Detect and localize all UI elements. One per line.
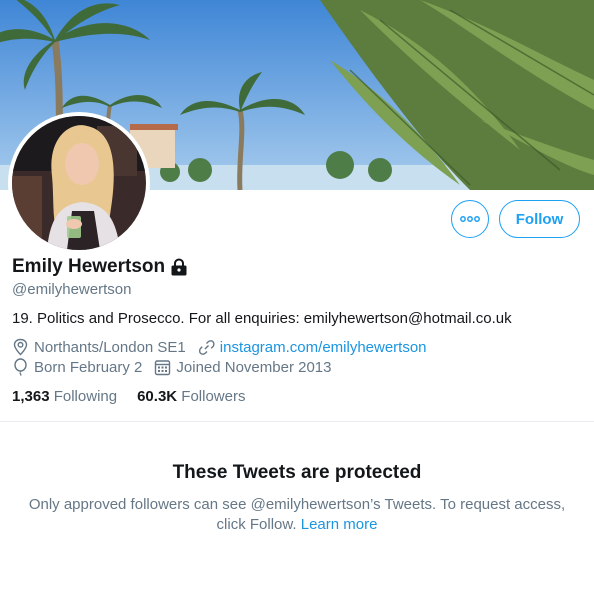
joined-item: Joined November 2013 (154, 358, 332, 376)
protected-title: These Tweets are protected (172, 462, 422, 483)
birthday-item: Born February 2 (12, 358, 142, 376)
profile-avatar[interactable] (8, 112, 150, 254)
birthday-text: Born February 2 (34, 358, 143, 376)
balloon-icon (12, 358, 34, 376)
following-stat[interactable]: 1,363 Following (12, 388, 117, 405)
avatar-photo (12, 116, 146, 250)
followers-stat[interactable]: 60.3K Followers (137, 388, 245, 405)
protected-message: Only approved followers can see @emilyhe… (28, 496, 566, 533)
protected-message-block: Only approved followers can see @emilyhe… (16, 495, 578, 535)
following-count: 1,363 (12, 388, 50, 405)
location-item: Northants/London SE1 (12, 338, 186, 356)
location-text: Northants/London SE1 (34, 338, 186, 356)
followers-label: Followers (181, 388, 246, 405)
lock-icon (169, 257, 189, 277)
website-item[interactable]: instagram.com/emilyhewertson (198, 339, 427, 356)
followers-count: 60.3K (137, 388, 178, 405)
section-divider (0, 421, 594, 422)
profile-meta-row-2: Born February 2 Joined November 2013 (12, 358, 344, 376)
name-row: Emily Hewertson (12, 256, 189, 278)
profile-bio: 19. Politics and Prosecco. For all enqui… (12, 310, 512, 327)
joined-text: Joined November 2013 (176, 358, 332, 376)
more-options-icon (460, 216, 480, 222)
display-name: Emily Hewertson (12, 256, 166, 277)
more-options-button[interactable] (451, 200, 489, 238)
follow-button[interactable]: Follow (499, 200, 580, 238)
profile-stats: 1,363 Following 60.3K Followers (12, 388, 265, 405)
link-icon (198, 339, 220, 356)
location-pin-icon (12, 338, 34, 356)
following-label: Following (53, 388, 118, 405)
learn-more-link[interactable]: Learn more (301, 516, 378, 533)
profile-handle: @emilyhewertson (12, 281, 132, 298)
calendar-icon (154, 359, 176, 376)
profile-meta-row-1: Northants/London SE1 instagram.com/emily… (12, 338, 439, 356)
website-link[interactable]: instagram.com/emilyhewertson (220, 339, 427, 356)
